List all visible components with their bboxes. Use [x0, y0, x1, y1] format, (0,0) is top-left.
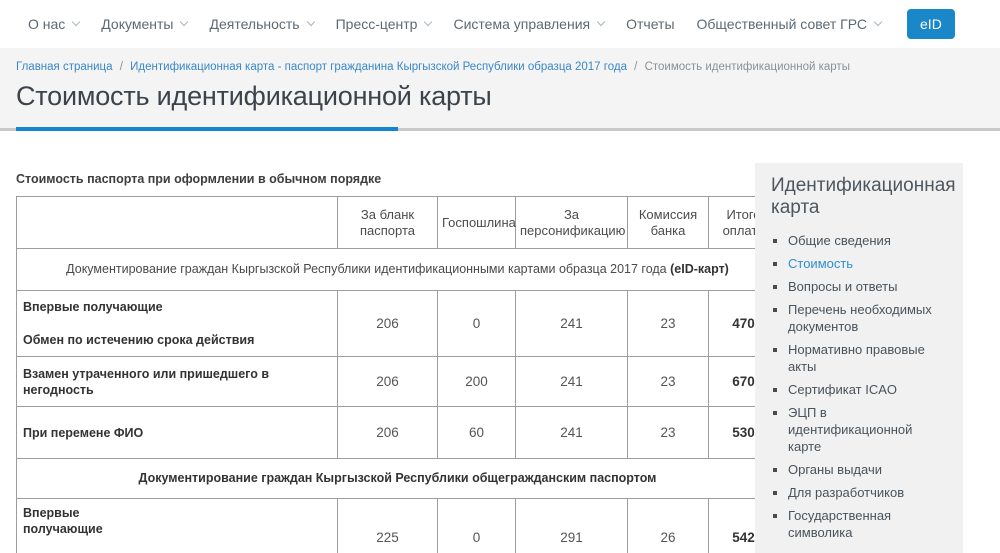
nav-item-public-council[interactable]: Общественный совет ГРС [696, 16, 883, 32]
sidebar-item-digital-signature[interactable]: ЭЦП в идентификационной карте [771, 404, 949, 455]
cell-personalization: 291 [515, 498, 628, 553]
breadcrumb: Главная страница / Идентификационная кар… [16, 48, 1000, 75]
nav-item-label: Система управления [453, 16, 591, 32]
bullet-square-icon [773, 411, 777, 415]
sidebar-item-cost[interactable]: Стоимость [771, 255, 949, 272]
sidebar-item-required-documents[interactable]: Перечень необходимых документов [771, 301, 949, 335]
cell-personalization: 241 [515, 406, 628, 459]
page-title: Стоимость идентификационной карты [16, 81, 492, 111]
section-label-passport: Документирование граждан Кыргызской Респ… [16, 458, 779, 499]
sidebar: Идентификационная карта Общие сведения С… [755, 163, 963, 553]
nav-item-press-center[interactable]: Пресс-центр [335, 16, 433, 32]
table-row: При перемене ФИО 206 60 241 23 530 [16, 406, 779, 459]
chevron-down-icon [180, 17, 189, 27]
top-navigation: О нас Документы Деятельность Пресс-центр… [0, 0, 1000, 48]
header-cell-blank: За бланк паспорта [337, 196, 438, 249]
nav-item-reports[interactable]: Отчеты [626, 16, 674, 32]
cell-commission: 26 [627, 498, 709, 553]
cell-commission: 23 [627, 356, 709, 407]
cell-duty: 0 [437, 290, 516, 357]
row-label: Взамен утраченного или пришедшего в него… [16, 356, 338, 407]
chevron-down-icon [424, 17, 433, 27]
table-row: Взамен утраченного или пришедшего в него… [16, 356, 779, 407]
cell-commission: 23 [627, 406, 709, 459]
bullet-square-icon [773, 308, 777, 312]
section-row-eid: Документирование граждан Кыргызской Респ… [16, 248, 779, 291]
header-cell-personalization: За персонификацию [515, 196, 628, 249]
row-label: Впервые получающие Обмен по истечению ср… [16, 290, 338, 357]
sidebar-item-state-symbols[interactable]: Государственная символика [771, 507, 949, 541]
chevron-down-icon [873, 17, 883, 27]
nav-item-label: Общественный совет ГРС [696, 16, 868, 32]
page-header: Главная страница / Идентификационная кар… [0, 48, 1000, 131]
cell-blank: 225 [337, 498, 438, 553]
sidebar-heading-id-card: Идентификационная карта [771, 175, 956, 218]
nav-item-management-system[interactable]: Система управления [453, 16, 606, 32]
eid-button[interactable]: eID [907, 9, 955, 39]
sidebar-item-issuing-authorities[interactable]: Органы выдачи [771, 461, 949, 478]
sidebar-item-legal-acts[interactable]: Нормативно правовые акты [771, 341, 949, 375]
nav-item-documents[interactable]: Документы [101, 16, 189, 32]
chevron-down-icon [72, 17, 81, 27]
header-cell-duty: Госпошлина [437, 196, 516, 249]
title-underline [16, 127, 398, 131]
table-row: Впервые получающие Обмен по истечению ср… [16, 290, 779, 357]
row-label: При перемене ФИО [16, 406, 338, 459]
nav-item-label: Отчеты [626, 16, 675, 32]
nav-item-label: О нас [28, 16, 66, 32]
bullet-square-icon [773, 468, 777, 472]
nav-item-label: Документы [101, 16, 174, 32]
sidebar-item-general-info[interactable]: Общие сведения [771, 232, 949, 249]
bullet-square-icon [773, 348, 777, 352]
section-label-eid: Документирование граждан Кыргызской Респ… [16, 248, 779, 291]
section-row-passport: Документирование граждан Кыргызской Респ… [16, 458, 779, 499]
bullet-square-icon [773, 239, 777, 243]
cell-duty: 0 [437, 498, 516, 553]
header-cell-empty [16, 196, 338, 249]
breadcrumb-current: Стоимость идентификационной карты [644, 61, 850, 73]
bullet-square-icon [773, 388, 777, 392]
nav-item-label: Пресс-центр [335, 16, 418, 32]
cell-commission: 23 [627, 290, 709, 357]
nav-item-label: Деятельность [209, 16, 300, 32]
breadcrumb-link-id-card[interactable]: Идентификационная карта - паспорт гражда… [130, 61, 627, 73]
cell-duty: 200 [437, 356, 516, 407]
cell-blank: 206 [337, 406, 438, 459]
header-cell-commission: Комиссия банка [627, 196, 709, 249]
cell-duty: 60 [437, 406, 516, 459]
chevron-down-icon [306, 17, 315, 27]
cost-table: За бланк паспорта Госпошлина За персониф… [16, 196, 779, 553]
breadcrumb-separator: / [119, 61, 123, 73]
row-label: Впервые получающие Обмен по окончанию ср… [16, 498, 338, 553]
breadcrumb-link-home[interactable]: Главная страница [16, 61, 113, 73]
bullet-square-icon [773, 262, 777, 266]
sidebar-item-questions[interactable]: Вопросы и ответы [771, 278, 949, 295]
bullet-square-icon [773, 514, 777, 518]
nav-item-activity[interactable]: Деятельность [209, 16, 315, 32]
table-row: Впервые получающие Обмен по окончанию ср… [16, 498, 779, 553]
page: О нас Документы Деятельность Пресс-центр… [0, 0, 1000, 553]
cell-blank: 206 [337, 290, 438, 357]
table-header-row: За бланк паспорта Госпошлина За персониф… [16, 196, 779, 249]
nav-item-about[interactable]: О нас [28, 16, 81, 32]
cell-personalization: 241 [515, 356, 628, 407]
bullet-square-icon [773, 491, 777, 495]
breadcrumb-separator: / [634, 61, 638, 73]
sidebar-item-icao-certificate[interactable]: Сертификат ICAO [771, 381, 949, 398]
bullet-square-icon [773, 285, 777, 289]
chevron-down-icon [596, 17, 606, 27]
cell-blank: 206 [337, 356, 438, 407]
sidebar-item-for-developers[interactable]: Для разработчиков [771, 484, 949, 501]
cell-personalization: 241 [515, 290, 628, 357]
